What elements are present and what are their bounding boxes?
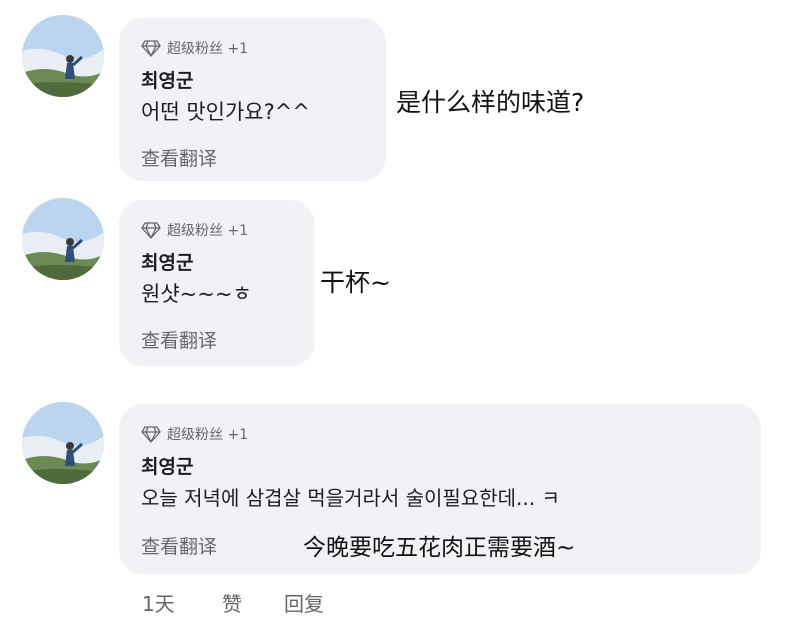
avatar-photo	[22, 198, 104, 280]
super-fan-badge: 超级粉丝 +1	[141, 38, 248, 58]
comment-text: 오늘 저녁에 삼겹살 먹을거라서 술이필요한데... ㅋ	[141, 486, 560, 510]
avatar[interactable]	[22, 198, 104, 280]
see-translation-link[interactable]: 查看翻译	[141, 326, 217, 353]
badge-label: 超级粉丝 +1	[167, 223, 249, 239]
avatar[interactable]	[22, 402, 104, 484]
comment-author[interactable]: 최영군	[141, 248, 193, 275]
diamond-icon	[141, 39, 161, 57]
avatar-photo	[22, 15, 104, 97]
comment-text: 원샷~~~ㅎ	[141, 282, 252, 306]
like-button[interactable]: 赞	[222, 588, 242, 617]
translation-overlay-text: 今晚要吃五花肉正需要酒~	[303, 535, 576, 561]
diamond-icon	[141, 425, 161, 443]
super-fan-badge: 超级粉丝 +1	[141, 424, 248, 444]
avatar-photo	[22, 402, 104, 484]
avatar[interactable]	[22, 15, 104, 97]
translation-overlay-text: 干杯~	[320, 268, 391, 297]
comment-author[interactable]: 최영군	[141, 66, 193, 93]
comment-author[interactable]: 최영군	[141, 452, 193, 479]
timestamp: 1天	[142, 592, 175, 616]
comment-bubble: 超级粉丝 +1 최영군 어떤 맛인가요?^^ 查看翻译	[119, 18, 386, 181]
reply-button[interactable]: 回复	[284, 588, 324, 617]
badge-label: 超级粉丝 +1	[167, 427, 249, 443]
diamond-icon	[141, 221, 161, 239]
translation-overlay-text: 是什么样的味道?	[396, 88, 585, 117]
badge-label: 超级粉丝 +1	[167, 41, 249, 57]
comment-bubble: 超级粉丝 +1 최영군 오늘 저녁에 삼겹살 먹을거라서 술이필요한데... ㅋ…	[119, 404, 761, 574]
see-translation-link[interactable]: 查看翻译	[141, 532, 217, 559]
comment-bubble: 超级粉丝 +1 최영군 원샷~~~ㅎ 查看翻译	[119, 200, 315, 366]
comment-text: 어떤 맛인가요?^^	[141, 100, 310, 124]
super-fan-badge: 超级粉丝 +1	[141, 220, 248, 240]
see-translation-link[interactable]: 查看翻译	[141, 144, 217, 171]
